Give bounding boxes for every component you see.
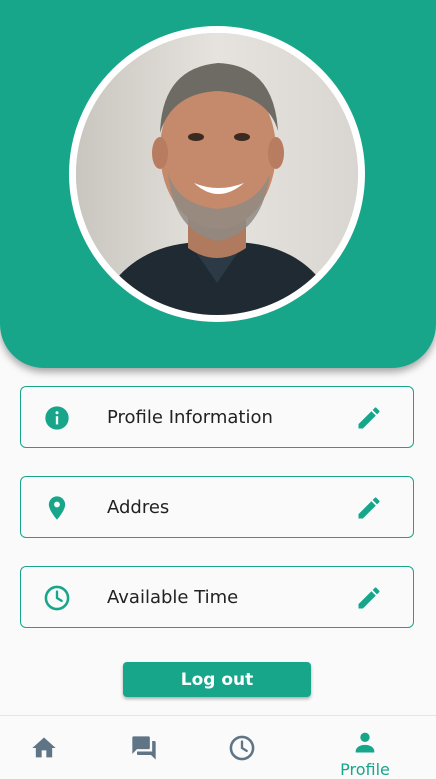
chat-icon (130, 734, 158, 762)
clock-icon (43, 584, 71, 612)
logout-button[interactable]: Log out (123, 662, 311, 697)
avatar-ring (69, 26, 365, 322)
nav-item-history[interactable] (212, 716, 272, 779)
edit-pencil-icon[interactable] (355, 494, 383, 522)
bottom-nav: Profile (0, 715, 436, 779)
home-icon (30, 734, 58, 762)
card-address[interactable]: Addres (20, 476, 414, 538)
edit-pencil-icon[interactable] (355, 584, 383, 612)
location-pin-icon (43, 494, 71, 522)
card-label: Addres (107, 497, 170, 518)
edit-pencil-icon[interactable] (355, 404, 383, 432)
profile-header (0, 0, 436, 368)
nav-item-chat[interactable] (114, 716, 174, 779)
card-label: Profile Information (107, 407, 273, 428)
card-label: Available Time (107, 587, 239, 608)
info-icon (43, 404, 71, 432)
nav-item-profile[interactable]: Profile (335, 716, 395, 779)
card-profile-information[interactable]: Profile Information (20, 386, 414, 448)
clock-icon (228, 734, 256, 762)
card-available-time[interactable]: Available Time (20, 566, 414, 628)
avatar-photo (76, 33, 358, 315)
person-icon (351, 728, 379, 756)
avatar[interactable] (76, 33, 358, 315)
nav-label-profile: Profile (340, 760, 390, 779)
nav-item-home[interactable] (14, 716, 74, 779)
